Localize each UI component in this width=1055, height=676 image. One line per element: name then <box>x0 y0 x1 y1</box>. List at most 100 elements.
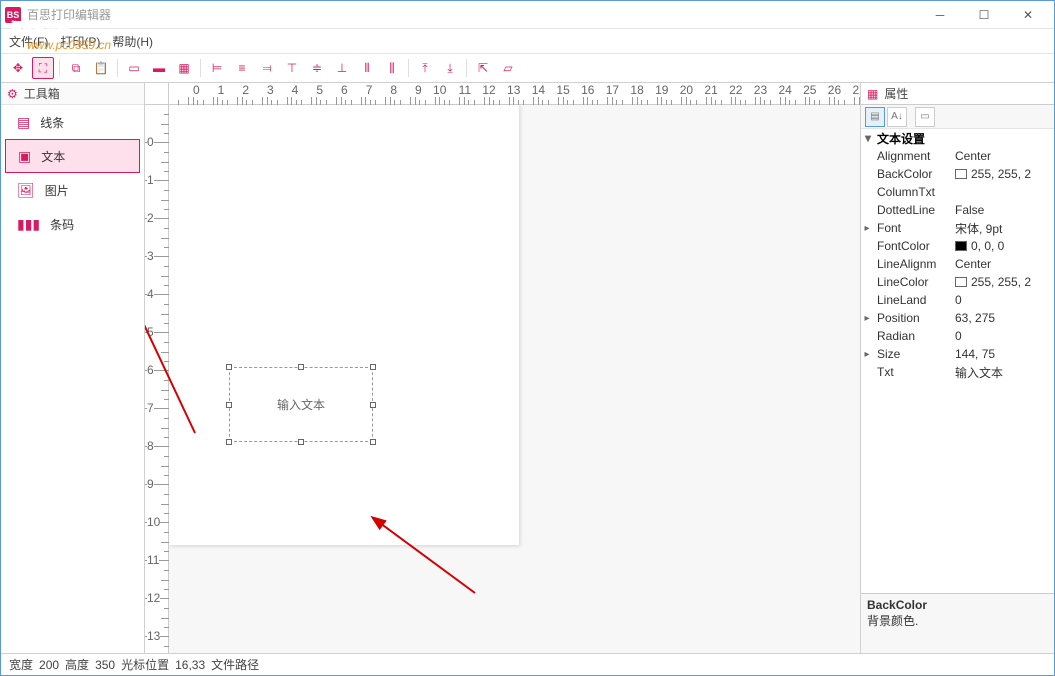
distribute-v-icon[interactable]: ⫼ <box>381 57 403 79</box>
align-bottom-icon[interactable]: ⊥ <box>331 57 353 79</box>
property-row[interactable]: ▸Size144, 75 <box>861 345 1054 363</box>
canvas-area[interactable]: 0123456789101112131415161718192021222324… <box>145 83 860 653</box>
property-key: Position <box>873 311 951 325</box>
property-key: DottedLine <box>873 203 951 217</box>
property-row[interactable]: LineAlignmCenter <box>861 255 1054 273</box>
resize-handle-se[interactable] <box>370 439 376 445</box>
text-object[interactable]: 输入文本 <box>229 367 373 442</box>
property-row[interactable]: ▸Font宋体, 9pt <box>861 219 1054 237</box>
resize-handle-w[interactable] <box>226 402 232 408</box>
property-value[interactable]: 0 <box>951 329 1054 343</box>
section-label: 文本设置 <box>877 130 925 147</box>
distribute-h-icon[interactable]: ⫴ <box>356 57 378 79</box>
resize-handle-n[interactable] <box>298 364 304 370</box>
resize-handle-nw[interactable] <box>226 364 232 370</box>
property-row[interactable]: ColumnTxt <box>861 183 1054 201</box>
grid-icon: ▦ <box>867 87 878 101</box>
send-back-icon[interactable]: ⤓ <box>439 57 461 79</box>
gear-icon: ⚙ <box>7 87 18 101</box>
property-row[interactable]: DottedLineFalse <box>861 201 1054 219</box>
align-middle-icon[interactable]: ≑ <box>306 57 328 79</box>
property-section[interactable]: ▾ 文本设置 <box>861 129 1054 147</box>
tool-label: 条码 <box>50 216 74 233</box>
link-icon[interactable]: ⇱ <box>472 57 494 79</box>
border-icon[interactable]: ▦ <box>173 57 195 79</box>
barcode-icon: ▮▮▮ <box>17 216 40 233</box>
status-height-value: 350 <box>95 658 115 672</box>
property-value[interactable]: 0, 0, 0 <box>951 239 1054 253</box>
property-row[interactable]: FontColor0, 0, 0 <box>861 237 1054 255</box>
menu-help[interactable]: 帮助(H) <box>112 33 153 50</box>
categorized-icon[interactable]: ▤ <box>865 107 885 127</box>
desc-title: BackColor <box>867 598 1048 612</box>
property-value[interactable]: 0 <box>951 293 1054 307</box>
resize-handle-ne[interactable] <box>370 364 376 370</box>
align-right-icon[interactable]: ⫤ <box>256 57 278 79</box>
maximize-button[interactable]: ☐ <box>962 1 1006 29</box>
title-bar: BS 百思打印编辑器 ─ ☐ ✕ <box>1 1 1054 29</box>
property-row[interactable]: ▸Position63, 275 <box>861 309 1054 327</box>
tool-text[interactable]: ▣ 文本 <box>5 139 140 173</box>
property-value[interactable]: Center <box>951 257 1054 271</box>
close-button[interactable]: ✕ <box>1006 1 1050 29</box>
menu-print[interactable]: 打印(P) <box>60 33 100 50</box>
property-value[interactable]: False <box>951 203 1054 217</box>
property-value[interactable]: 255, 255, 2 <box>951 167 1054 181</box>
paste-icon[interactable]: 📋 <box>90 57 112 79</box>
align-left-icon[interactable]: ⊨ <box>206 57 228 79</box>
tool-image[interactable]: 🖼 图片 <box>5 173 140 207</box>
tool-line[interactable]: ▤ 线条 <box>5 105 140 139</box>
property-row[interactable]: AlignmentCenter <box>861 147 1054 165</box>
status-width-value: 200 <box>39 658 59 672</box>
shape-icon[interactable]: ▱ <box>497 57 519 79</box>
toolbar-separator <box>117 59 118 77</box>
resize-handle-e[interactable] <box>370 402 376 408</box>
resize-handle-s[interactable] <box>298 439 304 445</box>
property-row[interactable]: Txt输入文本 <box>861 363 1054 381</box>
ruler-corner <box>145 83 169 105</box>
alphabetical-icon[interactable]: A↓ <box>887 107 907 127</box>
property-key: Font <box>873 221 951 235</box>
property-row[interactable]: LineLand0 <box>861 291 1054 309</box>
align-top-icon[interactable]: ⊤ <box>281 57 303 79</box>
property-pages-icon[interactable]: ▭ <box>915 107 935 127</box>
property-key: ColumnTxt <box>873 185 951 199</box>
status-bar: 宽度 200 高度 350 光标位置 16,33 文件路径 <box>1 653 1054 675</box>
property-key: LineLand <box>873 293 951 307</box>
tool-barcode[interactable]: ▮▮▮ 条码 <box>5 207 140 241</box>
rect-icon[interactable]: ▭ <box>123 57 145 79</box>
image-icon: 🖼 <box>17 182 35 199</box>
property-row[interactable]: LineColor255, 255, 2 <box>861 273 1054 291</box>
property-row[interactable]: BackColor255, 255, 2 <box>861 165 1054 183</box>
property-row[interactable]: Radian0 <box>861 327 1054 345</box>
property-value[interactable]: 63, 275 <box>951 311 1054 325</box>
property-grid[interactable]: ▾ 文本设置 AlignmentCenterBackColor255, 255,… <box>861 129 1054 593</box>
page[interactable]: 输入文本 <box>169 105 519 545</box>
resize-handle-sw[interactable] <box>226 439 232 445</box>
property-description: BackColor 背景颜色. <box>861 593 1054 653</box>
toolbar-separator <box>59 59 60 77</box>
move-tool-icon[interactable]: ✥ <box>7 57 29 79</box>
property-value[interactable]: 144, 75 <box>951 347 1054 361</box>
app-title: 百思打印编辑器 <box>27 6 918 23</box>
property-value[interactable]: 宋体, 9pt <box>951 220 1054 237</box>
app-icon: BS <box>5 7 21 23</box>
align-center-v-icon[interactable]: ≡ <box>231 57 253 79</box>
minimize-button[interactable]: ─ <box>918 1 962 29</box>
property-value[interactable]: 255, 255, 2 <box>951 275 1054 289</box>
property-value[interactable]: Center <box>951 149 1054 163</box>
bring-front-icon[interactable]: ⤒ <box>414 57 436 79</box>
properties-panel: ▦ 属性 ▤ A↓ ▭ ▾ 文本设置 AlignmentCenterBackCo… <box>860 83 1054 653</box>
property-key: LineColor <box>873 275 951 289</box>
menu-file[interactable]: 文件(F) <box>9 33 48 50</box>
collapse-icon: ▾ <box>865 131 877 145</box>
fill-rect-icon[interactable]: ▬ <box>148 57 170 79</box>
toolbar-separator <box>408 59 409 77</box>
status-cursor-value: 16,33 <box>175 658 205 672</box>
property-value[interactable]: 输入文本 <box>951 364 1054 381</box>
copy-icon[interactable]: ⧉ <box>65 57 87 79</box>
ruler-horizontal: 0123456789101112131415161718192021222324… <box>169 83 860 105</box>
select-tool-icon[interactable]: ⛶ <box>32 57 54 79</box>
ruler-vertical: 01234567891011121314 <box>145 105 169 653</box>
toolbox-title: 工具箱 <box>24 85 60 102</box>
